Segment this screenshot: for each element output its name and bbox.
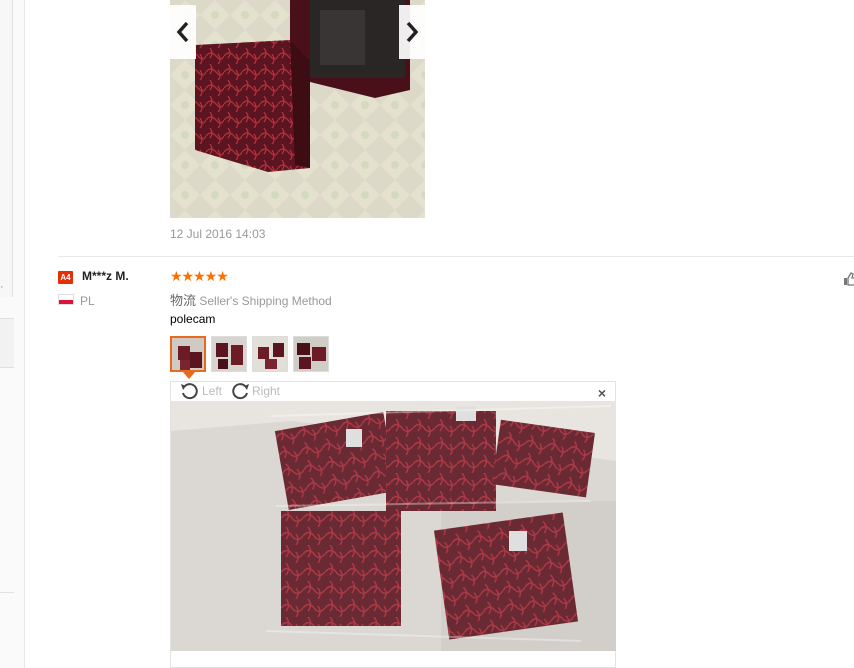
- review-thumbnail[interactable]: [170, 336, 206, 372]
- review-divider: [58, 256, 854, 257]
- review-thumbnail[interactable]: [293, 336, 329, 372]
- carousel-prev-button[interactable]: [170, 5, 196, 59]
- review-thumbnail[interactable]: [252, 336, 288, 372]
- thumbnail-image: [172, 338, 204, 370]
- review-large-photo: [171, 401, 616, 651]
- thumbnail-image: [212, 337, 246, 371]
- image-viewer: Left Right ×: [170, 381, 616, 668]
- rotate-right-label: Right: [252, 384, 281, 398]
- rotate-left-button[interactable]: Left: [180, 382, 222, 400]
- sidebar-box: [0, 318, 14, 368]
- close-viewer-button[interactable]: ×: [598, 385, 606, 401]
- thumbs-up-icon[interactable]: [843, 272, 854, 286]
- rotate-right-icon: [232, 383, 249, 400]
- rotate-right-button[interactable]: Right: [230, 382, 280, 400]
- reviewer-country: PL: [80, 294, 95, 308]
- sidebar-divider: [0, 592, 14, 593]
- shipping-method: Seller's Shipping Method: [199, 294, 332, 308]
- jewelry-box-photo: [170, 0, 425, 218]
- review-photo[interactable]: [170, 0, 425, 218]
- review-thumbnail[interactable]: [211, 336, 247, 372]
- thumbnail-image: [294, 337, 328, 371]
- poland-flag-icon: [58, 294, 74, 305]
- reviewer-name: M***z M.: [82, 269, 129, 283]
- boxes-in-bags-photo: [171, 401, 616, 651]
- carousel-next-button[interactable]: [399, 5, 425, 59]
- chevron-left-icon: [176, 21, 189, 43]
- star-rating: ★★★★★: [170, 268, 229, 284]
- review-text: polecam: [170, 312, 216, 326]
- review-date: 12 Jul 2016 14:03: [170, 227, 266, 241]
- buyer-level-badge: A4: [58, 271, 73, 284]
- chevron-right-icon: [406, 21, 419, 43]
- sidebar-marker: ·: [0, 281, 4, 293]
- rotate-left-label: Left: [202, 384, 223, 398]
- thumbnail-image: [253, 337, 287, 371]
- shipping-info: 物流 Seller's Shipping Method: [170, 290, 332, 309]
- selected-thumbnail-pointer: [183, 372, 195, 379]
- sidebar-panel: [0, 0, 13, 297]
- shipping-label: 物流: [170, 293, 197, 308]
- review-thumbnails: [170, 336, 329, 372]
- rotate-left-icon: [181, 383, 198, 400]
- left-sidebar-edge: ·: [0, 0, 25, 668]
